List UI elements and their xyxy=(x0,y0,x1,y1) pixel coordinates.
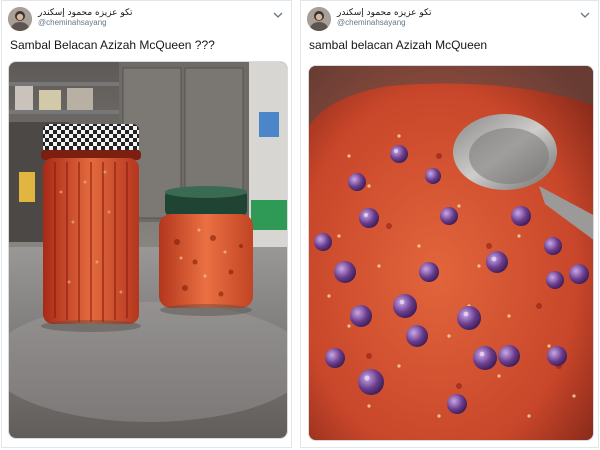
chevron-down-icon[interactable] xyxy=(580,11,590,19)
avatar[interactable] xyxy=(307,7,331,31)
tweet-photo[interactable] xyxy=(8,61,288,439)
display-name[interactable]: تكو عزيزه محمود إسكندر xyxy=(38,8,133,18)
tweet-card-right[interactable]: تكو عزيزه محمود إسكندر @cheminahsayang s… xyxy=(300,0,599,448)
tweet-text: Sambal Belacan Azizah McQueen ??? xyxy=(10,38,215,52)
tweet-card-left[interactable]: تكو عزيزه محمود إسكندر @cheminahsayang S… xyxy=(1,0,292,448)
user-handle[interactable]: @cheminahsayang xyxy=(38,18,133,28)
avatar[interactable] xyxy=(8,7,32,31)
user-handle[interactable]: @cheminahsayang xyxy=(337,18,432,28)
tweet-text: sambal belacan Azizah McQueen xyxy=(309,38,488,52)
screenshot-composite: تكو عزيزه محمود إسكندر @cheminahsayang S… xyxy=(0,0,600,450)
tweet-header: تكو عزيزه محمود إسكندر @cheminahsayang xyxy=(8,7,285,33)
sambal-jars-photo xyxy=(9,62,287,438)
tweet-photo[interactable] xyxy=(308,65,594,441)
display-name[interactable]: تكو عزيزه محمود إسكندر xyxy=(337,8,432,18)
tweet-header: تكو عزيزه محمود إسكندر @cheminahsayang xyxy=(307,7,592,33)
chevron-down-icon[interactable] xyxy=(273,11,283,19)
sambal-pot-photo xyxy=(309,66,593,440)
